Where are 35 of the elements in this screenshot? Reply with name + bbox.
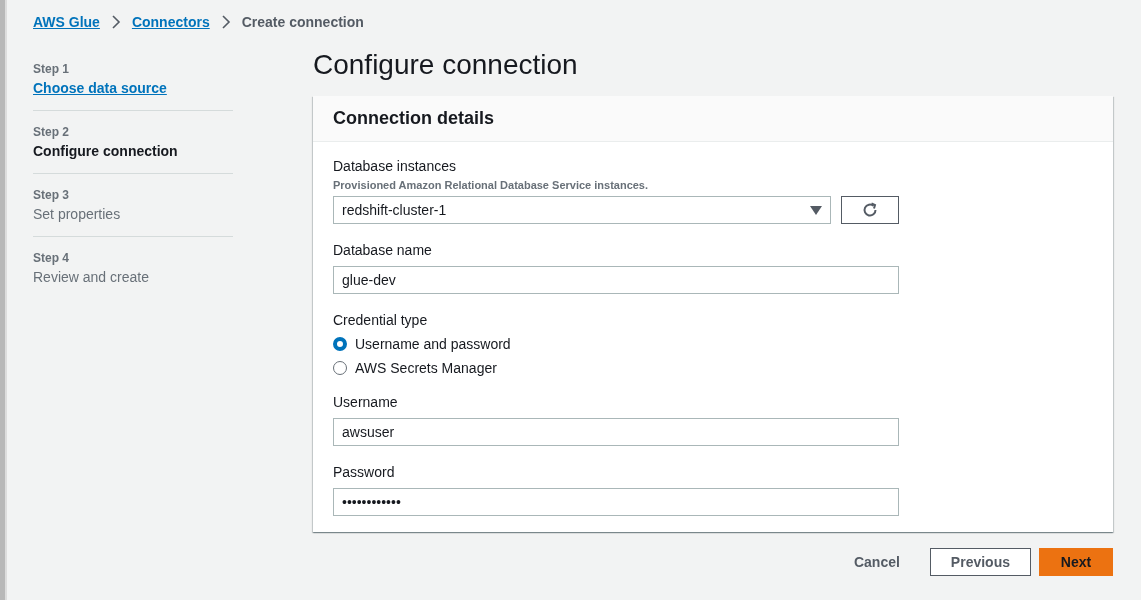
- input-field[interactable]: awsuser: [333, 418, 899, 446]
- radio-button[interactable]: [333, 361, 347, 375]
- step-title-current: Configure connection: [33, 143, 179, 159]
- breadcrumb-link[interactable]: AWS Glue: [33, 14, 100, 30]
- radio-button[interactable]: [333, 337, 347, 351]
- chevron-right-icon: [109, 15, 122, 29]
- step-title: Review and create: [33, 269, 150, 285]
- step-number: Step 3: [33, 188, 70, 202]
- input-field[interactable]: glue-dev: [333, 266, 899, 294]
- field-label: Password: [333, 464, 396, 480]
- radio-label: Username and password: [355, 336, 511, 352]
- field-label: Credential type: [333, 312, 429, 328]
- select-dropdown[interactable]: redshift-cluster-1: [333, 196, 831, 224]
- card-header: Connection details: [313, 96, 1113, 142]
- step-number: Step 2: [33, 125, 70, 139]
- cancel-link[interactable]: Cancel: [853, 548, 900, 576]
- refresh-button[interactable]: [841, 196, 899, 224]
- caret-down-icon: [810, 205, 822, 215]
- field-label: Database name: [333, 242, 433, 258]
- action-button[interactable]: Next: [1039, 548, 1113, 576]
- step-number: Step 1: [33, 62, 70, 76]
- breadcrumb-link[interactable]: Connectors: [131, 14, 210, 30]
- field-label: Database instances: [333, 158, 457, 174]
- radio-label: AWS Secrets Manager: [355, 360, 497, 376]
- action-button[interactable]: Previous: [929, 548, 1031, 576]
- refresh-icon: [862, 202, 878, 218]
- step-link[interactable]: Choose data source: [33, 80, 167, 96]
- page-title: Configure connection: [313, 48, 579, 82]
- chevron-right-icon: [219, 15, 232, 29]
- step-number: Step 4: [33, 251, 70, 265]
- field-description: Provisioned Amazon Relational Database Service instances.: [333, 179, 650, 191]
- field-label: Username: [333, 394, 399, 410]
- input-field[interactable]: ••••••••••••: [333, 488, 899, 516]
- breadcrumb-current: Create connection: [241, 14, 364, 30]
- step-title: Set properties: [33, 206, 122, 222]
